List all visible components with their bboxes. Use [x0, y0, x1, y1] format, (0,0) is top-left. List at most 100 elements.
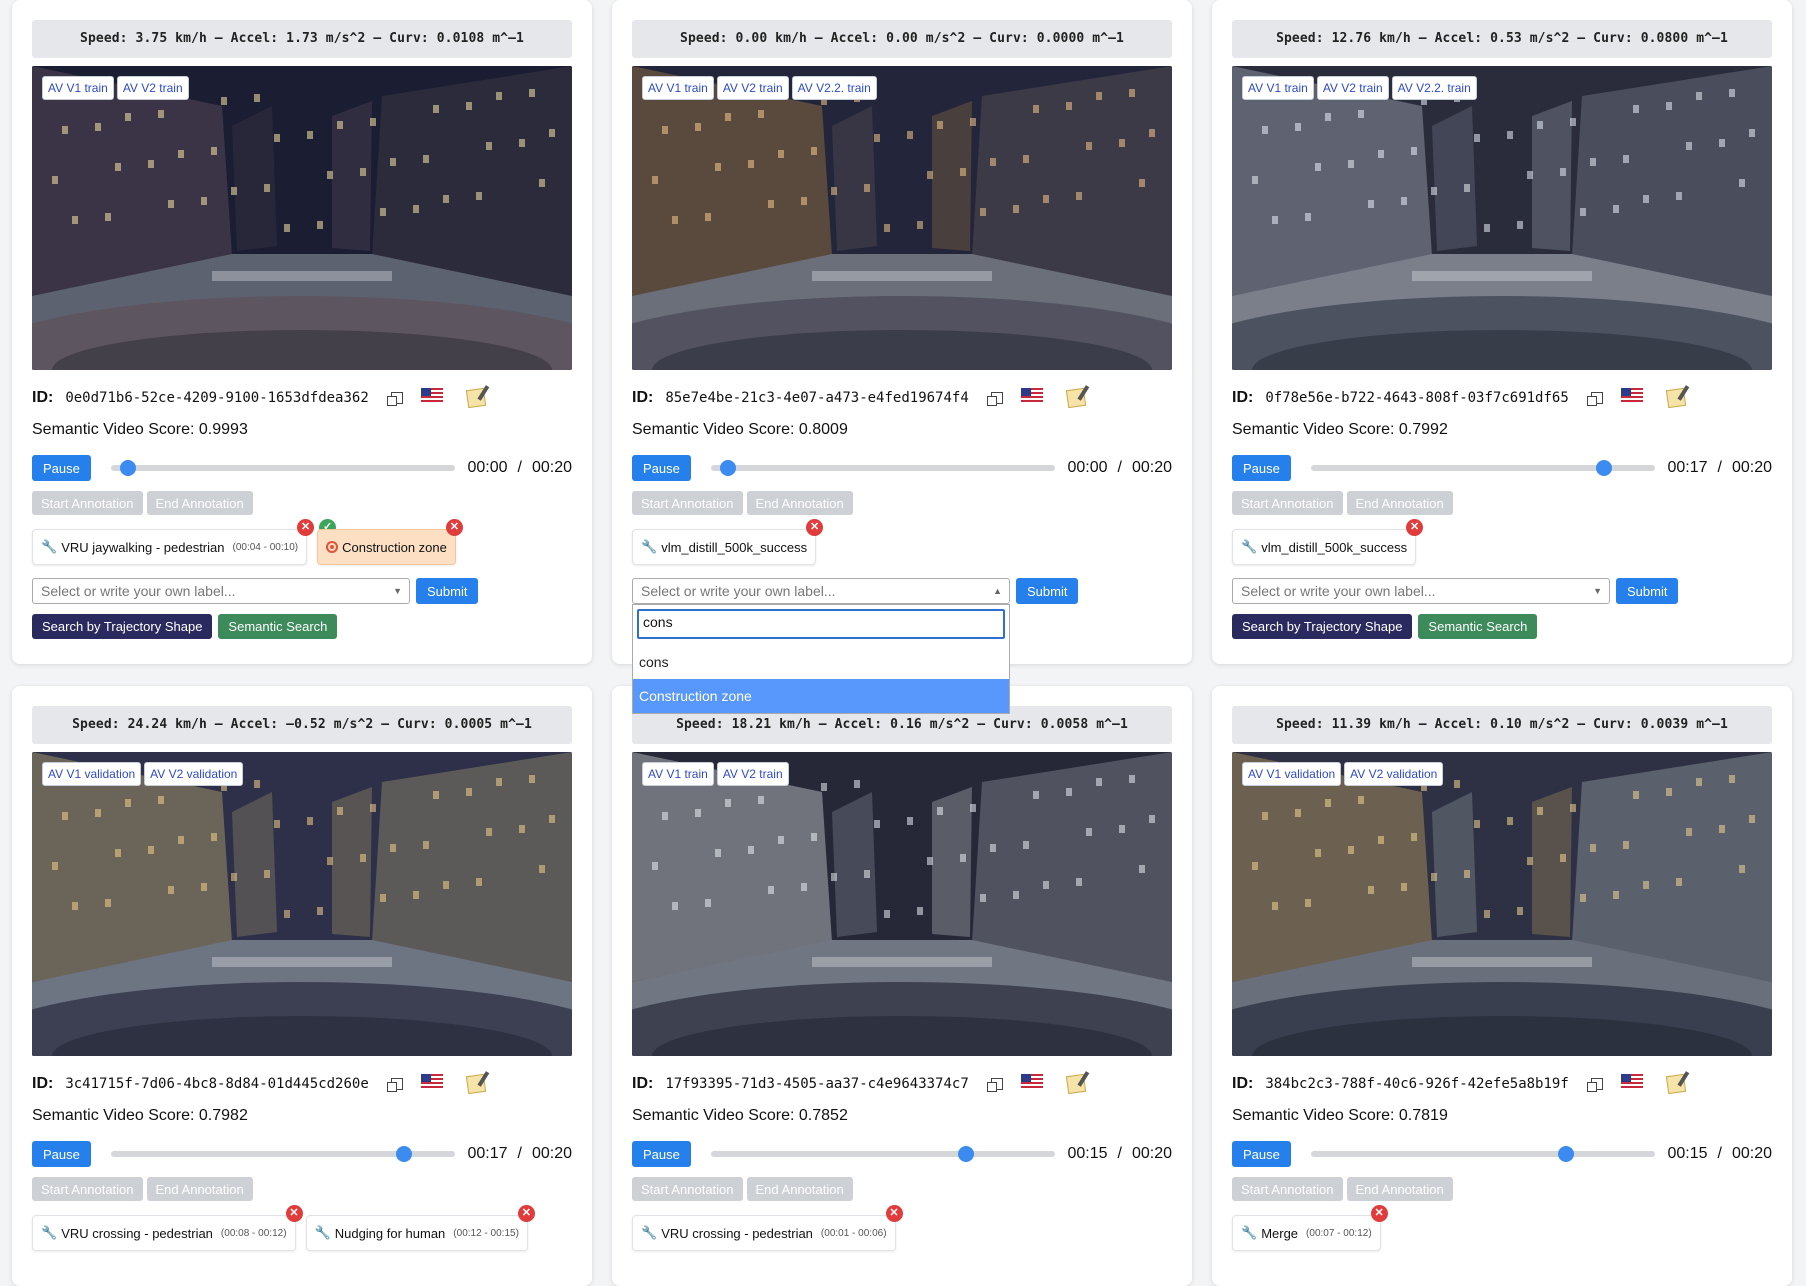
- video-player[interactable]: AV V1 train AV V2 train: [32, 66, 572, 370]
- dataset-chips: AV V1 train AV V2 train AV V2.2. train: [1242, 76, 1477, 100]
- edit-note-icon[interactable]: [465, 1073, 486, 1095]
- time-separator: /: [1117, 459, 1122, 476]
- seek-slider[interactable]: [710, 1146, 1056, 1162]
- clip-id: 0f78e56e-b722-4643-808f-03f7c691df65: [1265, 390, 1569, 406]
- remove-tag-icon[interactable]: ✕: [1406, 519, 1424, 536]
- edit-note-icon[interactable]: [1065, 1073, 1086, 1095]
- pause-button[interactable]: Pause: [632, 455, 691, 481]
- submit-button[interactable]: Submit: [1016, 578, 1079, 604]
- remove-tag-icon[interactable]: ✕: [1370, 1205, 1388, 1222]
- telemetry-bar: Speed: 0.00 km/h – Accel: 0.00 m/s^2 – C…: [632, 20, 1172, 58]
- semantic-search-button[interactable]: Semantic Search: [218, 614, 338, 639]
- remove-tag-icon[interactable]: ✕: [445, 519, 463, 536]
- semantic-search-button[interactable]: Semantic Search: [1418, 614, 1538, 639]
- seek-slider[interactable]: [110, 1146, 456, 1162]
- semantic-score: Semantic Video Score: 0.7982: [32, 1107, 248, 1124]
- annotation-tag[interactable]: 🔧 VRU crossing - pedestrian (00:01 - 00:06…: [632, 1205, 903, 1251]
- card-body: Speed: 0.00 km/h – Accel: 0.00 m/s^2 – C…: [632, 20, 1172, 714]
- video-card: Speed: 18.21 km/h – Accel: 0.16 m/s^2 – …: [612, 686, 1192, 1286]
- end-annotation-button[interactable]: End Annotation: [146, 1177, 253, 1201]
- video-player[interactable]: AV V1 validation AV V2 validation: [32, 752, 572, 1056]
- annotation-tag[interactable]: 🔧 vlm_distill_500k_success ✕: [632, 519, 824, 565]
- end-annotation-button[interactable]: End Annotation: [1346, 491, 1453, 515]
- label-select[interactable]: Select or write your own label... ▼: [32, 578, 410, 604]
- start-annotation-button[interactable]: Start Annotation: [632, 1177, 743, 1201]
- semantic-score: Semantic Video Score: 0.7852: [632, 1107, 848, 1124]
- pause-button[interactable]: Pause: [1232, 455, 1291, 481]
- annotation-label: VRU jaywalking - pedestrian: [61, 539, 225, 555]
- end-annotation-button[interactable]: End Annotation: [746, 1177, 853, 1201]
- seek-slider-handle[interactable]: [1595, 460, 1612, 476]
- video-player[interactable]: AV V1 validation AV V2 validation: [1232, 752, 1772, 1056]
- seek-slider[interactable]: [1310, 460, 1656, 476]
- copy-icon[interactable]: [1586, 1078, 1603, 1092]
- copy-icon[interactable]: [386, 1078, 403, 1092]
- seek-slider[interactable]: [110, 460, 456, 476]
- start-annotation-button[interactable]: Start Annotation: [632, 491, 743, 515]
- annotation-tag[interactable]: 🔧 VRU crossing - pedestrian (00:08 - 00:12…: [32, 1205, 303, 1251]
- seek-slider-handle[interactable]: [720, 460, 737, 476]
- submit-button[interactable]: Submit: [1616, 578, 1679, 604]
- copy-icon[interactable]: [386, 392, 403, 406]
- edit-note-icon[interactable]: [1665, 387, 1686, 409]
- annotation-label: VRU crossing - pedestrian: [61, 1225, 213, 1241]
- submit-button[interactable]: Submit: [416, 578, 479, 604]
- copy-icon[interactable]: [986, 1078, 1003, 1092]
- edit-note-icon[interactable]: [465, 387, 486, 409]
- annotation-tag[interactable]: 🔧 Merge (00:07 - 00:12) ✕: [1232, 1205, 1388, 1251]
- seek-slider-handle[interactable]: [120, 460, 137, 476]
- remove-tag-icon[interactable]: ✕: [285, 1205, 303, 1222]
- seek-slider[interactable]: [1310, 1146, 1656, 1162]
- annotation-tags: 🔧 vlm_distill_500k_success ✕: [632, 519, 1172, 566]
- label-select[interactable]: Select or write your own label... ▼: [1232, 578, 1610, 604]
- copy-icon[interactable]: [986, 392, 1003, 406]
- start-annotation-button[interactable]: Start Annotation: [1232, 1177, 1343, 1201]
- dropdown-search-input[interactable]: cons: [637, 609, 1005, 639]
- id-row: ID: 384bc2c3-788f-40c6-926f-42efe5a8b19f: [1232, 1072, 1772, 1096]
- annotation-tag[interactable]: Construction zone ✕: [317, 519, 463, 565]
- seek-slider-handle[interactable]: [957, 1146, 974, 1162]
- time-display: 00:17 / 00:20: [467, 1145, 572, 1163]
- start-annotation-button[interactable]: Start Annotation: [1232, 491, 1343, 515]
- remove-tag-icon[interactable]: ✕: [806, 519, 824, 536]
- id-label: ID:: [1232, 1075, 1254, 1092]
- dropdown-option[interactable]: cons: [633, 645, 1009, 679]
- video-player[interactable]: AV V1 train AV V2 train: [632, 752, 1172, 1056]
- end-annotation-button[interactable]: End Annotation: [746, 491, 853, 515]
- clip-id: 384bc2c3-788f-40c6-926f-42efe5a8b19f: [1265, 1076, 1569, 1092]
- remove-tag-icon[interactable]: ✕: [297, 519, 315, 536]
- target-icon: [326, 541, 339, 553]
- edit-note-icon[interactable]: [1665, 1073, 1686, 1095]
- start-annotation-button[interactable]: Start Annotation: [32, 1177, 143, 1201]
- video-card: Speed: 24.24 km/h – Accel: –0.52 m/s^2 –…: [12, 686, 592, 1286]
- annotation-tag[interactable]: 🔧 VRU jaywalking - pedestrian (00:04 - 00:…: [32, 519, 337, 565]
- pause-button[interactable]: Pause: [632, 1141, 691, 1167]
- end-annotation-button[interactable]: End Annotation: [1346, 1177, 1453, 1201]
- pause-button[interactable]: Pause: [32, 1141, 91, 1167]
- annotation-tag[interactable]: 🔧 vlm_distill_500k_success ✕: [1232, 519, 1424, 565]
- us-flag-icon: [1020, 1074, 1043, 1094]
- edit-note-icon[interactable]: [1065, 387, 1086, 409]
- remove-tag-icon[interactable]: ✕: [885, 1205, 903, 1222]
- seek-slider-handle[interactable]: [1557, 1146, 1574, 1162]
- seek-slider-handle[interactable]: [395, 1146, 412, 1162]
- dropdown-option[interactable]: Construction zone: [633, 679, 1009, 713]
- us-flag-icon: [1020, 388, 1043, 408]
- trajectory-search-button[interactable]: Search by Trajectory Shape: [32, 614, 213, 639]
- seek-slider[interactable]: [710, 460, 1056, 476]
- label-select[interactable]: Select or write your own label... ▲: [632, 578, 1010, 604]
- start-annotation-button[interactable]: Start Annotation: [32, 491, 143, 515]
- pause-button[interactable]: Pause: [32, 455, 91, 481]
- video-player[interactable]: AV V1 train AV V2 train AV V2.2. train: [1232, 66, 1772, 370]
- label-dropdown: cons cons Construction zone: [632, 604, 1010, 714]
- search-actions: Search by Trajectory Shape Semantic Searc…: [1232, 614, 1772, 639]
- remove-tag-icon[interactable]: ✕: [517, 1205, 535, 1222]
- time-separator: /: [1717, 459, 1722, 476]
- end-annotation-button[interactable]: End Annotation: [146, 491, 253, 515]
- annotation-tag[interactable]: 🔧 Nudging for human (00:12 - 00:15) ✕: [305, 1205, 535, 1251]
- pause-button[interactable]: Pause: [1232, 1141, 1291, 1167]
- copy-icon[interactable]: [1586, 392, 1603, 406]
- video-card: Speed: 11.39 km/h – Accel: 0.10 m/s^2 – …: [1212, 686, 1792, 1286]
- trajectory-search-button[interactable]: Search by Trajectory Shape: [1232, 614, 1413, 639]
- video-player[interactable]: AV V1 train AV V2 train AV V2.2. train: [632, 66, 1172, 370]
